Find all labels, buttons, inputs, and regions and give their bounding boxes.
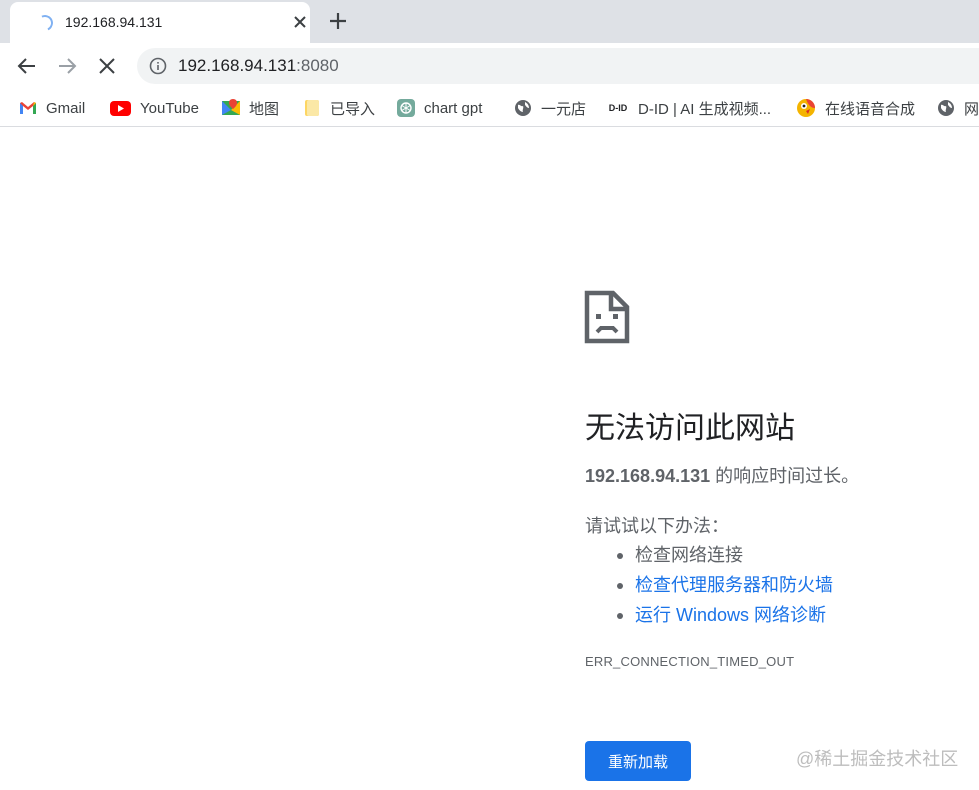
tab-close-button[interactable] [290, 12, 310, 32]
suggestions-title: 请试试以下办法： [585, 516, 729, 536]
suggestion-network-diagnostics: 运行 Windows 网络诊断 [585, 600, 833, 630]
bookmark-label: Gmail [46, 99, 86, 117]
suggestions-list: 检查网络连接 检查代理服务器和防火墙 运行 Windows 网络诊断 [585, 540, 833, 630]
globe-icon [937, 99, 955, 117]
bookmark-label: 地图 [249, 100, 280, 118]
error-heading: 无法访问此网站 [585, 412, 795, 445]
loading-spinner-icon [34, 12, 56, 34]
bookmark-yiyuandian[interactable]: 一元店 [514, 97, 586, 119]
arrow-left-icon [17, 58, 35, 74]
bookmark-maps[interactable]: 地图 [222, 97, 279, 119]
maps-icon [222, 99, 240, 117]
watermark: @稀土掘金技术社区 [796, 749, 959, 769]
close-icon [294, 16, 306, 28]
suggestion-check-proxy: 检查代理服务器和防火墙 [585, 570, 833, 600]
arrow-right-icon [59, 58, 77, 74]
forward-button[interactable] [54, 53, 80, 79]
site-info-icon[interactable] [149, 57, 167, 75]
stop-loading-button[interactable] [94, 53, 120, 79]
bookmark-gmail[interactable]: Gmail [19, 97, 85, 119]
new-tab-button[interactable] [325, 8, 351, 34]
bookmark-tts[interactable]: 在线语音合成 [796, 97, 915, 119]
stop-icon [99, 58, 115, 74]
d-id-icon: D-ID [608, 103, 628, 113]
chatgpt-icon [397, 99, 415, 117]
globe-icon [514, 99, 532, 117]
bookmark-d-id[interactable]: D-ID D-ID | AI 生成视频... [606, 97, 771, 119]
bookmark-label: chart gpt [424, 99, 483, 117]
error-code: ERR_CONNECTION_TIMED_OUT [585, 654, 795, 669]
back-button[interactable] [14, 53, 40, 79]
error-summary-text: 的响应时间过长。 [710, 466, 860, 486]
url-port: :8080 [296, 56, 339, 75]
bookmark-folder[interactable]: 已导入 [303, 97, 375, 119]
error-page: 无法访问此网站 192.168.94.131 的响应时间过长。 请试试以下办法：… [0, 128, 979, 790]
bookmarks-bar: Gmail YouTube 地图 已导入 chart gpt 一元店 D-ID … [0, 89, 979, 127]
toolbar: 192.168.94.131:8080 [0, 43, 979, 89]
bookmark-label: 网 [964, 100, 979, 118]
url-host: 192.168.94.131 [178, 56, 297, 75]
bookmark-label: 一元店 [541, 100, 587, 118]
tab-title: 192.168.94.131 [65, 14, 163, 30]
bookmark-label: YouTube [140, 99, 199, 117]
plus-icon [330, 13, 346, 29]
windows-diagnostics-link[interactable]: 运行 Windows 网络诊断 [635, 605, 826, 625]
suggestion-check-network: 检查网络连接 [585, 540, 833, 570]
sad-page-icon [584, 290, 630, 344]
folder-icon [303, 99, 321, 117]
bookmark-label: 已导入 [330, 100, 376, 118]
parrot-icon [796, 99, 816, 117]
bookmark-chatgpt[interactable]: chart gpt [397, 97, 482, 119]
youtube-icon [110, 99, 131, 117]
suggestion-text: 检查网络连接 [635, 545, 743, 565]
tab-strip: 192.168.94.131 [0, 0, 979, 43]
bookmark-label: D-ID | AI 生成视频... [638, 100, 772, 118]
error-summary: 192.168.94.131 的响应时间过长。 [585, 462, 859, 488]
gmail-icon [19, 99, 37, 117]
active-tab[interactable]: 192.168.94.131 [10, 2, 310, 43]
check-proxy-link[interactable]: 检查代理服务器和防火墙 [635, 575, 833, 595]
reload-button[interactable]: 重新加载 [585, 741, 691, 781]
bookmark-overflow[interactable]: 网 [937, 97, 979, 119]
url-text[interactable]: 192.168.94.131:8080 [178, 56, 339, 76]
bookmark-label: 在线语音合成 [825, 100, 916, 118]
bookmark-youtube[interactable]: YouTube [110, 97, 199, 119]
address-bar[interactable]: 192.168.94.131:8080 [137, 48, 979, 84]
error-host: 192.168.94.131 [585, 466, 711, 486]
